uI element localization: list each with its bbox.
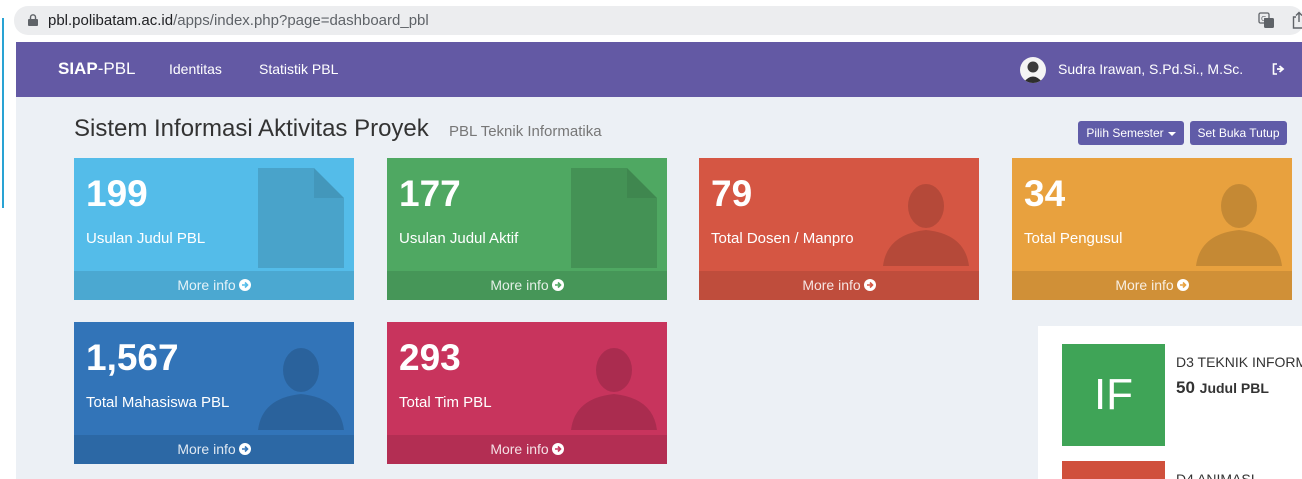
program-code-tile xyxy=(1062,461,1165,479)
nav-link-identitas[interactable]: Identitas xyxy=(169,61,222,77)
user-icon xyxy=(571,348,657,430)
logout-icon[interactable] xyxy=(1272,63,1285,75)
more-info-label: More info xyxy=(490,441,549,457)
more-info-link[interactable]: More info xyxy=(387,271,667,300)
lock-icon xyxy=(28,14,38,26)
more-info-link[interactable]: More info xyxy=(1012,271,1292,300)
pilih-semester-button[interactable]: Pilih Semester xyxy=(1078,121,1184,145)
arrow-circle-right-icon xyxy=(551,279,564,291)
program-count: 50 Judul PBL xyxy=(1176,378,1269,398)
more-info-label: More info xyxy=(177,277,236,293)
stat-value: 79 xyxy=(711,173,753,214)
user-icon xyxy=(883,184,969,266)
page-title: Sistem Informasi Aktivitas Proyek xyxy=(74,115,429,142)
brand-logo[interactable]: SIAP-PBL xyxy=(58,59,135,79)
focus-indicator-line xyxy=(2,18,4,208)
more-info-link[interactable]: More info xyxy=(699,271,979,300)
browser-address-row: pbl.polibatam.ac.id/apps/index.php?page=… xyxy=(0,0,1302,42)
program-name: D3 TEKNIK INFORM xyxy=(1176,354,1302,370)
more-info-label: More info xyxy=(802,277,861,293)
stat-label: Total Dosen / Manpro xyxy=(711,230,854,247)
arrow-circle-right-icon xyxy=(551,443,564,455)
stat-value: 34 xyxy=(1024,173,1066,214)
stat-box-total-tim: 293 Total Tim PBL More info xyxy=(387,322,667,464)
stat-value: 177 xyxy=(399,173,461,214)
stat-box-total-mahasiswa: 1,567 Total Mahasiswa PBL More info xyxy=(74,322,354,464)
address-bar[interactable]: pbl.polibatam.ac.id/apps/index.php?page=… xyxy=(14,6,1302,35)
user-name[interactable]: Sudra Irawan, S.Pd.Si., M.Sc. xyxy=(1058,61,1243,77)
arrow-circle-right-icon xyxy=(863,279,876,291)
stat-label: Total Mahasiswa PBL xyxy=(86,394,230,411)
stat-value: 199 xyxy=(86,173,148,214)
more-info-link[interactable]: More info xyxy=(74,271,354,300)
program-panel: IF D3 TEKNIK INFORM 50 Judul PBL D4 ANIM… xyxy=(1038,326,1302,479)
more-info-link[interactable]: More info xyxy=(387,435,667,464)
program-count-unit: Judul PBL xyxy=(1199,380,1269,396)
brand-rest: -PBL xyxy=(97,59,136,78)
caret-down-icon xyxy=(1167,131,1176,136)
arrow-circle-right-icon xyxy=(1176,279,1189,291)
nav-link-statistik[interactable]: Statistik PBL xyxy=(259,61,338,77)
user-icon xyxy=(258,348,344,430)
stat-box-total-dosen: 79 Total Dosen / Manpro More info xyxy=(699,158,979,300)
stat-label: Usulan Judul Aktif xyxy=(399,230,519,247)
program-name: D4 ANIMASI xyxy=(1176,471,1255,479)
more-info-link[interactable]: More info xyxy=(74,435,354,464)
stat-label: Total Tim PBL xyxy=(399,394,492,411)
stat-label: Usulan Judul PBL xyxy=(86,230,206,247)
program-code-tile: IF xyxy=(1062,344,1165,446)
stat-value: 293 xyxy=(399,337,461,378)
user-icon xyxy=(1196,184,1282,266)
program-count-value: 50 xyxy=(1176,378,1195,397)
more-info-label: More info xyxy=(177,441,236,457)
share-icon[interactable] xyxy=(1292,11,1302,29)
url-path: /apps/index.php?page=dashboard_pbl xyxy=(173,12,429,29)
stat-box-usulan-judul: 199 Usulan Judul PBL More info xyxy=(74,158,354,300)
pilih-semester-label: Pilih Semester xyxy=(1086,126,1164,140)
stat-label: Total Pengusul xyxy=(1024,230,1123,247)
url-host: pbl.polibatam.ac.id xyxy=(48,12,174,29)
set-buka-tutup-button[interactable]: Set Buka Tutup xyxy=(1190,121,1287,145)
more-info-label: More info xyxy=(1115,277,1174,293)
stat-value: 1,567 xyxy=(86,337,179,378)
document-icon xyxy=(258,168,344,268)
stat-box-total-pengusul: 34 Total Pengusul More info xyxy=(1012,158,1292,300)
page-subtitle: PBL Teknik Informatika xyxy=(449,123,602,140)
document-icon xyxy=(571,168,657,268)
brand-bold: SIAP xyxy=(58,59,98,78)
stat-box-judul-aktif: 177 Usulan Judul Aktif More info xyxy=(387,158,667,300)
arrow-circle-right-icon xyxy=(238,443,251,455)
more-info-label: More info xyxy=(490,277,549,293)
arrow-circle-right-icon xyxy=(238,279,251,291)
avatar[interactable] xyxy=(1020,57,1046,83)
svg-text:G: G xyxy=(1261,15,1266,23)
top-navbar: SIAP-PBL Identitas Statistik PBL Sudra I… xyxy=(16,42,1302,97)
url-text[interactable]: pbl.polibatam.ac.id/apps/index.php?page=… xyxy=(48,12,429,29)
translate-icon[interactable]: G xyxy=(1258,12,1275,29)
